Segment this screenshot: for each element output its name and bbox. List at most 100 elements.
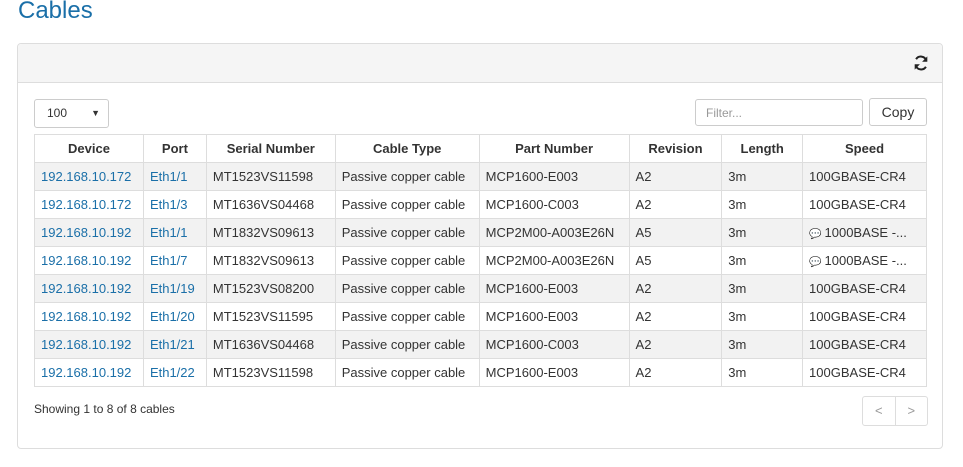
device-link[interactable]: 192.168.10.192 (41, 365, 131, 380)
speed-cell: 100GBASE-CR4 (802, 358, 927, 387)
table-row: 192.168.10.192 Eth1/22 MT1523VS11598 Passiv… (34, 358, 927, 387)
port-link[interactable]: Eth1/3 (150, 197, 188, 212)
previous-page-button[interactable]: < (863, 397, 896, 425)
device-link[interactable]: 192.168.10.192 (41, 337, 131, 352)
column-header-length[interactable]: Length (721, 134, 804, 163)
part-number-cell: MCP1600-E003 (478, 302, 630, 331)
page-title: Cables (18, 0, 93, 24)
device-link[interactable]: 192.168.10.192 (41, 309, 131, 324)
part-number-cell: MCP1600-C003 (478, 190, 630, 219)
table-info: Showing 1 to 8 of 8 cables (34, 402, 175, 416)
column-header-cable-type[interactable]: Cable Type (334, 134, 480, 163)
filter-input[interactable] (695, 99, 863, 126)
table-row: 192.168.10.192 Eth1/20 MT1523VS11595 Passiv… (34, 302, 927, 331)
length-cell: 3m (721, 330, 804, 359)
part-number-cell: MCP1600-E003 (478, 358, 630, 387)
cable-type-cell: Passive copper cable (334, 330, 480, 359)
table-row: 192.168.10.192 Eth1/7 MT1832VS09613 Passive… (34, 246, 927, 275)
port-cell: Eth1/1 (142, 218, 207, 247)
speed-cell: 💬 1000BASE -... (802, 218, 927, 247)
comment-icon[interactable]: 💬 (809, 257, 821, 268)
cable-type-cell: Passive copper cable (334, 218, 480, 247)
serial-number-cell: MT1523VS11595 (205, 302, 336, 331)
device-cell: 192.168.10.192 (34, 218, 144, 247)
revision-cell: A2 (628, 358, 723, 387)
copy-button[interactable]: Copy (869, 98, 927, 126)
port-link[interactable]: Eth1/19 (150, 281, 195, 296)
port-cell: Eth1/3 (142, 190, 207, 219)
speed-cell: 100GBASE-CR4 (802, 190, 927, 219)
port-link[interactable]: Eth1/22 (150, 365, 195, 380)
table-row: 192.168.10.192 Eth1/1 MT1832VS09613 Passive… (34, 218, 927, 247)
port-link[interactable]: Eth1/21 (150, 337, 195, 352)
comment-icon[interactable]: 💬 (809, 229, 821, 240)
device-link[interactable]: 192.168.10.172 (41, 197, 131, 212)
port-cell: Eth1/21 (142, 330, 207, 359)
port-cell: Eth1/20 (142, 302, 207, 331)
length-cell: 3m (721, 358, 804, 387)
cable-type-cell: Passive copper cable (334, 162, 480, 191)
device-cell: 192.168.10.192 (34, 246, 144, 275)
revision-cell: A2 (628, 302, 723, 331)
table-header-row: Device Port Serial Number Cable Type Par… (34, 134, 927, 163)
length-cell: 3m (721, 162, 804, 191)
cable-type-cell: Passive copper cable (334, 246, 480, 275)
device-link[interactable]: 192.168.10.192 (41, 281, 131, 296)
panel-heading (18, 44, 942, 83)
revision-cell: A2 (628, 274, 723, 303)
port-cell: Eth1/22 (142, 358, 207, 387)
revision-cell: A5 (628, 246, 723, 275)
next-page-button[interactable]: > (896, 397, 928, 425)
revision-cell: A5 (628, 218, 723, 247)
device-cell: 192.168.10.192 (34, 302, 144, 331)
length-cell: 3m (721, 190, 804, 219)
speed-cell: 100GBASE-CR4 (802, 330, 927, 359)
speed-cell: 100GBASE-CR4 (802, 302, 927, 331)
revision-cell: A2 (628, 162, 723, 191)
length-cell: 3m (721, 302, 804, 331)
cable-type-cell: Passive copper cable (334, 190, 480, 219)
column-header-part-number[interactable]: Part Number (478, 134, 630, 163)
device-link[interactable]: 192.168.10.192 (41, 225, 131, 240)
pagination: < > (862, 396, 928, 426)
cables-table: Device Port Serial Number Cable Type Par… (34, 134, 927, 387)
part-number-cell: MCP2M00-A003E26N (478, 218, 630, 247)
table-body: 192.168.10.172 Eth1/1 MT1523VS11598 Passive… (34, 162, 927, 387)
page-length-value: 100 (47, 106, 68, 120)
speed-value: 1000BASE -... (824, 253, 907, 268)
part-number-cell: MCP1600-E003 (478, 162, 630, 191)
serial-number-cell: MT1523VS11598 (205, 358, 336, 387)
port-link[interactable]: Eth1/7 (150, 253, 188, 268)
speed-cell: 100GBASE-CR4 (802, 274, 927, 303)
column-header-serial-number[interactable]: Serial Number (205, 134, 336, 163)
serial-number-cell: MT1523VS11598 (205, 162, 336, 191)
refresh-icon[interactable] (912, 54, 930, 72)
port-link[interactable]: Eth1/1 (150, 225, 188, 240)
part-number-cell: MCP2M00-A003E26N (478, 246, 630, 275)
serial-number-cell: MT1832VS09613 (205, 246, 336, 275)
column-header-speed[interactable]: Speed (802, 134, 927, 163)
device-link[interactable]: 192.168.10.192 (41, 253, 131, 268)
cable-type-cell: Passive copper cable (334, 302, 480, 331)
revision-cell: A2 (628, 330, 723, 359)
page-length-select[interactable]: 100 ▼ (34, 99, 109, 128)
length-cell: 3m (721, 274, 804, 303)
serial-number-cell: MT1523VS08200 (205, 274, 336, 303)
device-link[interactable]: 192.168.10.172 (41, 169, 131, 184)
revision-cell: A2 (628, 190, 723, 219)
serial-number-cell: MT1636VS04468 (205, 190, 336, 219)
part-number-cell: MCP1600-C003 (478, 330, 630, 359)
port-link[interactable]: Eth1/20 (150, 309, 195, 324)
port-link[interactable]: Eth1/1 (150, 169, 188, 184)
cables-panel: 100 ▼ Copy Device Port Serial Number Cab… (17, 43, 943, 449)
column-header-revision[interactable]: Revision (628, 134, 723, 163)
length-cell: 3m (721, 218, 804, 247)
port-cell: Eth1/19 (142, 274, 207, 303)
speed-cell: 100GBASE-CR4 (802, 162, 927, 191)
cable-type-cell: Passive copper cable (334, 358, 480, 387)
device-cell: 192.168.10.172 (34, 190, 144, 219)
device-cell: 192.168.10.192 (34, 330, 144, 359)
column-header-device[interactable]: Device (34, 134, 144, 163)
column-header-port[interactable]: Port (142, 134, 207, 163)
speed-value: 1000BASE -... (824, 225, 907, 240)
